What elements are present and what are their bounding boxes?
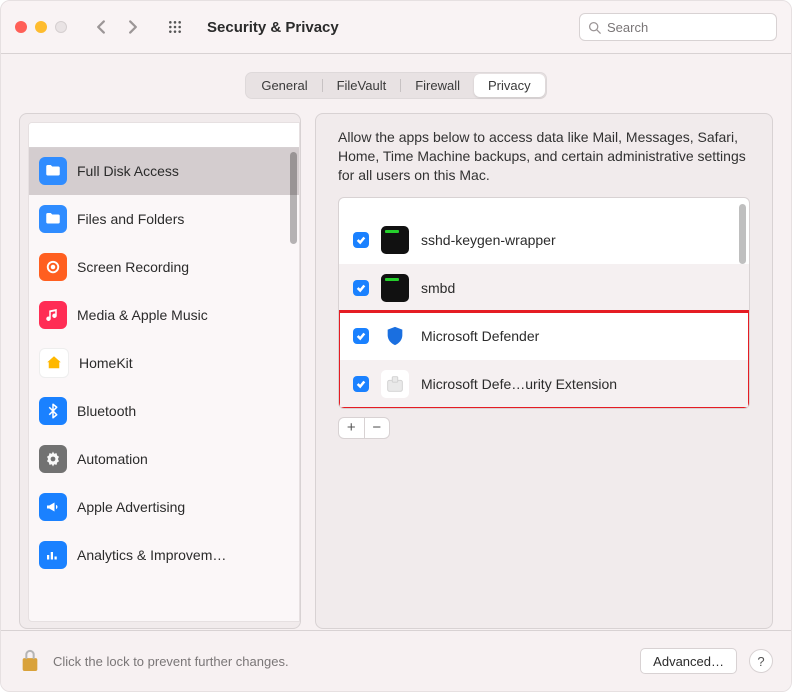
- sidebar-item-analytics[interactable]: Analytics & Improvem…: [29, 531, 299, 579]
- app-checkbox[interactable]: [353, 280, 369, 296]
- app-item[interactable]: Microsoft Defe…urity Extension: [339, 360, 749, 408]
- sidebar-item-label: Automation: [77, 451, 148, 467]
- search-icon: [588, 21, 601, 34]
- app-checkbox[interactable]: [353, 232, 369, 248]
- toolbar: Security & Privacy Search: [1, 1, 791, 54]
- advanced-button[interactable]: Advanced…: [640, 648, 737, 674]
- lock-hint-text: Click the lock to prevent further change…: [53, 654, 628, 669]
- search-field[interactable]: Search: [579, 13, 777, 41]
- back-button[interactable]: [87, 15, 115, 39]
- sidebar-item-label: Files and Folders: [77, 211, 184, 227]
- tab-bar: General FileVault Firewall Privacy: [19, 72, 773, 99]
- show-all-button[interactable]: [161, 15, 189, 39]
- tab-filevault[interactable]: FileVault: [323, 74, 401, 97]
- sidebar-item-full-disk-access[interactable]: Full Disk Access: [29, 147, 299, 195]
- sidebar-item-bluetooth[interactable]: Bluetooth: [29, 387, 299, 435]
- app-name: Microsoft Defender: [421, 328, 539, 344]
- apps-list: sshd-keygen-wrapper smbd Microsoft Defen…: [338, 197, 750, 409]
- app-checkbox[interactable]: [353, 376, 369, 392]
- sidebar-item-label: Media & Apple Music: [77, 307, 208, 323]
- close-window-button[interactable]: [15, 21, 27, 33]
- minimize-window-button[interactable]: [35, 21, 47, 33]
- app-item[interactable]: sshd-keygen-wrapper: [339, 216, 749, 264]
- gear-icon: [44, 450, 62, 468]
- sidebar-item-label: Full Disk Access: [77, 163, 179, 179]
- help-button[interactable]: ?: [749, 649, 773, 673]
- tab-general[interactable]: General: [247, 74, 321, 97]
- bluetooth-icon: [44, 402, 62, 420]
- sidebar-item-media-apple-music[interactable]: Media & Apple Music: [29, 291, 299, 339]
- sidebar-item-screen-recording[interactable]: Screen Recording: [29, 243, 299, 291]
- home-icon: [45, 354, 63, 372]
- record-icon: [44, 258, 62, 276]
- zoom-window-button[interactable]: [55, 21, 67, 33]
- add-remove-buttons: + −: [338, 417, 390, 439]
- sidebar-scrollbar[interactable]: [290, 152, 297, 244]
- sidebar-item-label: Apple Advertising: [77, 499, 185, 515]
- extension-icon: [381, 370, 409, 398]
- megaphone-icon: [44, 498, 62, 516]
- sidebar-item-automation[interactable]: Automation: [29, 435, 299, 483]
- apps-scrollbar[interactable]: [739, 204, 746, 264]
- shield-icon: [381, 322, 409, 350]
- privacy-category-sidebar: Full Disk Access Files and Folders Scree…: [19, 113, 301, 629]
- tab-firewall[interactable]: Firewall: [401, 74, 474, 97]
- preferences-window: Security & Privacy Search General FileVa…: [0, 0, 792, 692]
- app-item[interactable]: Microsoft Defender: [339, 312, 749, 360]
- sidebar-item-label: HomeKit: [79, 355, 133, 371]
- remove-app-button[interactable]: −: [365, 418, 390, 438]
- full-disk-access-detail: Allow the apps below to access data like…: [315, 113, 773, 629]
- tab-privacy[interactable]: Privacy: [474, 74, 545, 97]
- app-name: sshd-keygen-wrapper: [421, 232, 556, 248]
- terminal-icon: [381, 274, 409, 302]
- sidebar-item-files-and-folders[interactable]: Files and Folders: [29, 195, 299, 243]
- sidebar-item-homekit[interactable]: HomeKit: [29, 339, 299, 387]
- add-app-button[interactable]: +: [339, 418, 365, 438]
- music-icon: [44, 306, 62, 324]
- lock-button[interactable]: [19, 647, 41, 676]
- search-placeholder: Search: [607, 20, 648, 35]
- app-name: smbd: [421, 280, 455, 296]
- folder-icon: [44, 162, 62, 180]
- app-name: Microsoft Defe…urity Extension: [421, 376, 617, 392]
- window-title: Security & Privacy: [207, 19, 569, 36]
- sidebar-item-label: Bluetooth: [77, 403, 136, 419]
- app-checkbox[interactable]: [353, 328, 369, 344]
- nav-buttons: [87, 15, 147, 39]
- sidebar-item-label: Analytics & Improvem…: [77, 547, 226, 563]
- app-item[interactable]: smbd: [339, 264, 749, 312]
- sidebar-item-label: Screen Recording: [77, 259, 189, 275]
- window-controls: [15, 21, 67, 33]
- footer: Click the lock to prevent further change…: [1, 630, 791, 691]
- chart-icon: [44, 546, 62, 564]
- permission-description: Allow the apps below to access data like…: [338, 128, 748, 185]
- sidebar-item-apple-advertising[interactable]: Apple Advertising: [29, 483, 299, 531]
- terminal-icon: [381, 226, 409, 254]
- folder-icon: [44, 210, 62, 228]
- forward-button[interactable]: [119, 15, 147, 39]
